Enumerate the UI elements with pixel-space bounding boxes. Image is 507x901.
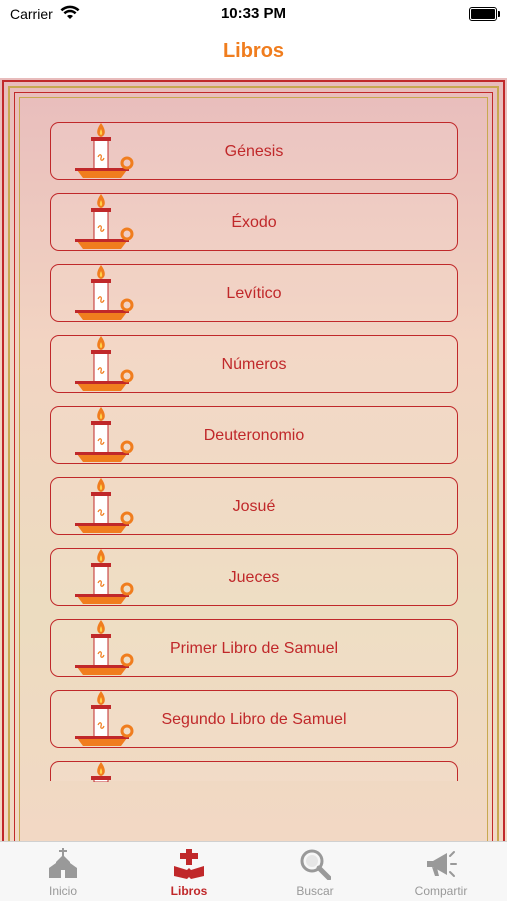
tab-label: Buscar (296, 884, 334, 898)
book-item[interactable]: Primer Libro de Samuel (50, 619, 458, 677)
candle-icon (73, 762, 135, 820)
book-item-partial[interactable] (50, 761, 458, 783)
magnifier-icon (299, 848, 332, 881)
book-label: Génesis (224, 143, 284, 160)
page-title: Libros (222, 40, 285, 62)
book-label: Segundo Libro de Samuel (161, 711, 347, 728)
books-list: Génesis Éxodo Levítico Números Deuterono… (50, 122, 458, 794)
tab-compartir[interactable]: Compartir (378, 842, 504, 901)
book-label: Josué (232, 498, 276, 515)
book-label: Números (221, 356, 287, 373)
book-label: Levítico (226, 285, 282, 302)
book-item[interactable]: Levítico (50, 264, 458, 322)
book-item[interactable]: Jueces (50, 548, 458, 606)
tab-label: Libros (170, 884, 208, 898)
status-bar: Carrier 10:33 PM (0, 0, 507, 30)
book-label: Éxodo (231, 214, 277, 231)
tab-inicio[interactable]: Inicio (0, 842, 126, 901)
book-item[interactable]: Números (50, 335, 458, 393)
book-item[interactable]: Josué (50, 477, 458, 535)
tab-label: Compartir (414, 884, 468, 898)
book-label: Primer Libro de Samuel (169, 640, 339, 657)
book-item[interactable]: Éxodo (50, 193, 458, 251)
book-item[interactable]: Génesis (50, 122, 458, 180)
books-content[interactable]: Génesis Éxodo Levítico Números Deuterono… (0, 78, 507, 841)
book-label: Jueces (228, 569, 280, 586)
book-label: Deuteronomio (203, 427, 305, 444)
bible-cross-icon (173, 848, 205, 880)
tab-libros[interactable]: Libros (126, 842, 252, 901)
tab-bar: Inicio Libros Buscar Compartir (0, 841, 507, 901)
book-item[interactable]: Segundo Libro de Samuel (50, 690, 458, 748)
battery-icon (469, 7, 500, 21)
clock: 10:33 PM (220, 5, 287, 22)
tab-label: Inicio (48, 884, 77, 898)
megaphone-icon (425, 848, 457, 880)
tab-buscar[interactable]: Buscar (252, 842, 378, 901)
church-icon (47, 848, 79, 880)
book-item[interactable]: Deuteronomio (50, 406, 458, 464)
